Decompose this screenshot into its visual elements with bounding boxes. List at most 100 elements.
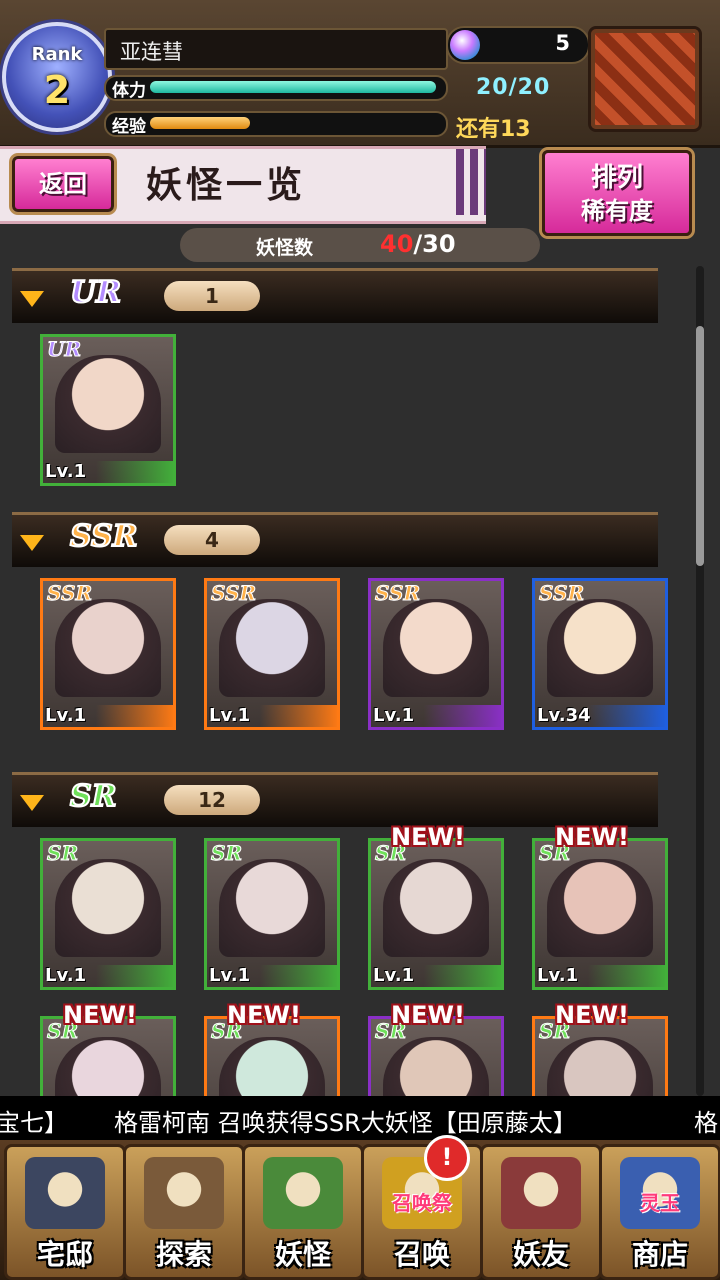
sort-label: 排列 [590,163,643,193]
yokai-card[interactable]: SSR Lv.34 [532,578,668,730]
nav-sublabel: 灵玉 [640,1191,680,1215]
yokai-count-label: 妖怪数 [256,237,314,259]
card-rarity-label: SR [46,841,79,866]
yokai-portrait [219,599,325,697]
section-rarity-label: UR [69,274,122,311]
card-level: Lv.1 [43,461,175,483]
section-rarity-label: SR [69,778,118,815]
card-rarity-label: SR [210,841,243,866]
alert-badge: ! [424,1135,470,1181]
nav-label: 妖友 [512,1238,569,1271]
yokai-card[interactable]: SSR Lv.1 [368,578,504,730]
yokai-portrait [55,859,161,957]
section-count: 12 [164,785,260,815]
nav-yokai-scroll[interactable]: 妖怪 [242,1144,364,1280]
gem-count: 5 [555,31,570,55]
yokai-card[interactable]: UR Lv.1 [40,334,176,486]
yokai-portrait [219,859,325,957]
yokai-card[interactable]: SR NEW! [204,1001,340,1096]
gem-counter[interactable]: 5 [446,26,590,64]
scrollbar-thumb[interactable] [696,326,704,566]
card-rarity-label: SR [538,1019,571,1044]
yokai-card[interactable]: SR Lv.1 NEW! [368,823,504,990]
card-level: Lv.1 [535,965,667,987]
treasure-chest-icon[interactable] [588,26,702,132]
section-header-ur[interactable]: UR 1 [12,268,658,323]
yokai-portrait [383,599,489,697]
exp-remaining: 还有13 [456,117,531,142]
list-scrollbar[interactable] [696,266,704,1096]
magnifier-icon [144,1157,224,1229]
exp-bar: 经验 [104,111,448,137]
nav-label: 探索 [155,1238,212,1271]
section-header-ssr[interactable]: SSR 4 [12,512,658,567]
collapse-triangle-icon[interactable] [20,795,44,811]
spirit-gem-icon [450,30,480,60]
yokai-card[interactable]: SR Lv.1 [204,838,340,990]
section-header-sr[interactable]: SR 12 [12,772,658,827]
nav-shop-orb[interactable]: 灵玉 商店 [599,1144,720,1280]
yokai-portrait [547,599,653,697]
card-rarity-label: UR [46,337,82,362]
yokai-portrait [55,1037,161,1096]
new-badge: NEW! [227,1001,301,1029]
card-rarity-label: SSR [374,581,421,606]
stamina-label: 体力 [112,81,146,101]
yokai-card[interactable]: SR NEW! [532,1001,668,1096]
ticker-text-left: 宝七】 [0,1109,68,1137]
nav-summon-star[interactable]: 召唤祭 召唤! [361,1135,483,1280]
new-badge: NEW! [391,823,465,851]
page-title: 妖怪一览 [146,164,307,206]
yokai-card[interactable]: SR Lv.1 NEW! [532,823,668,990]
nav-sublabel: 召唤祭 [392,1191,452,1215]
mansion-icon [25,1157,105,1229]
rank-label: Rank [31,44,83,65]
rank-emblem[interactable]: Rank 2 [2,22,112,132]
yokai-count-pill [180,228,540,262]
card-level: Lv.1 [43,965,175,987]
yokai-card[interactable]: SSR Lv.1 [40,578,176,730]
nav-label: 妖怪 [274,1238,331,1271]
new-badge: NEW! [391,1001,465,1029]
yokai-portrait [383,859,489,957]
new-badge: NEW! [555,1001,629,1029]
yokai-portrait [219,1037,325,1096]
exp-label: 经验 [112,117,146,137]
card-level: Lv.1 [371,965,503,987]
card-level: Lv.1 [371,705,503,727]
stamina-value: 20/20 [476,75,551,100]
exp-fill [150,117,251,129]
back-button[interactable]: 返回 [12,156,114,212]
rank-number: 2 [43,68,71,112]
ticker-text-right: 格 [694,1109,718,1137]
card-rarity-label: SR [538,841,571,866]
card-rarity-label: SR [210,1019,243,1044]
card-rarity-label: SR [46,1019,79,1044]
yokai-portrait [55,355,161,453]
sort-button[interactable]: 排列 稀有度 [542,150,692,236]
yokai-card[interactable]: SR NEW! [368,1001,504,1096]
yokai-portrait [547,859,653,957]
stamina-fill [150,81,436,93]
nav-label: 商店 [631,1238,688,1271]
yokai-card[interactable]: SR NEW! [40,1001,176,1096]
bottom-nav: 宅邸 探索 妖怪 召唤祭 召唤! 妖友 灵玉 商店 [0,1135,720,1280]
section-count: 4 [164,525,260,555]
yokai-count-current: 40 [380,230,414,258]
yokai-count-max: /30 [413,230,456,258]
new-badge: NEW! [555,823,629,851]
collapse-triangle-icon[interactable] [20,291,44,307]
collapse-triangle-icon[interactable] [20,535,44,551]
yokai-card[interactable]: SR Lv.1 [40,838,176,990]
card-level: Lv.1 [207,965,339,987]
sort-mode: 稀有度 [581,196,653,225]
ticker-text-main: 格雷柯南 召唤获得SSR大妖怪【田原藤太】 [114,1109,577,1137]
nav-friend[interactable]: 妖友 [480,1144,602,1280]
banner-stripe [456,149,486,215]
yokai-portrait [547,1037,653,1096]
card-rarity-label: SSR [210,581,257,606]
nav-mansion[interactable]: 宅邸 [4,1144,126,1280]
nav-magnifier[interactable]: 探索 [123,1144,245,1280]
nav-label: 宅邸 [36,1238,93,1271]
yokai-card[interactable]: SSR Lv.1 [204,578,340,730]
